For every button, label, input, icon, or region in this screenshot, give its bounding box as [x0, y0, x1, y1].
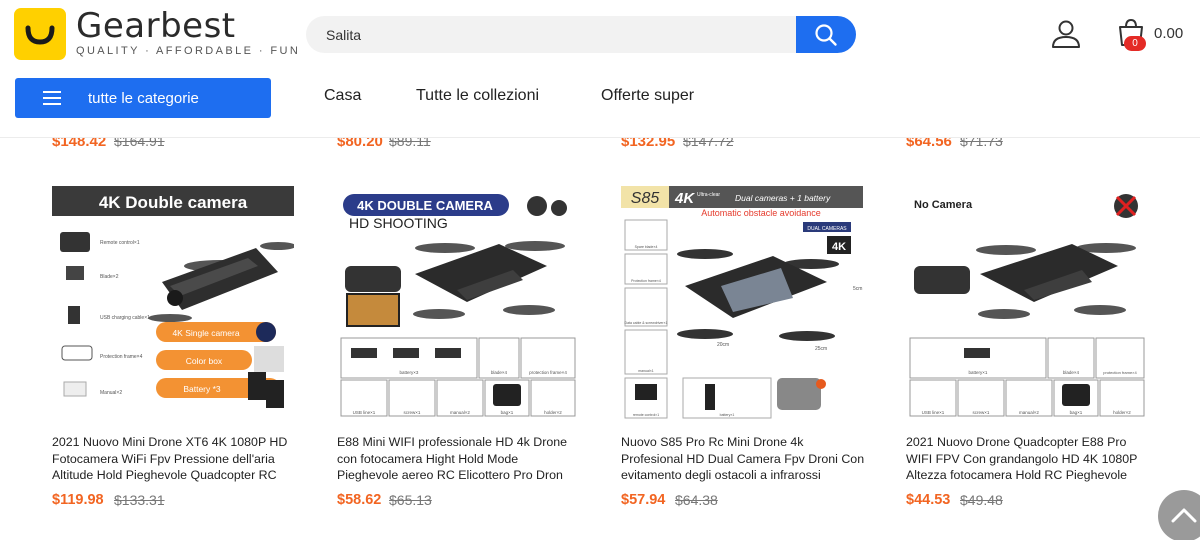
logo-tagline: QUALITY · AFFORDABLE · FUN	[76, 45, 301, 57]
product-old-price: $65.13	[389, 492, 432, 508]
product-title[interactable]: 2021 Nuovo Mini Drone XT6 4K 1080P HD Fo…	[52, 434, 296, 484]
image-label: bag×1	[501, 410, 514, 415]
all-categories-label: tutte le categorie	[88, 89, 199, 107]
image-label: Manual×2	[100, 390, 122, 396]
image-subtitle: Automatic obstacle avoidance	[701, 208, 821, 218]
image-banner: 4K Double camera	[99, 193, 248, 212]
chevron-up-icon	[1171, 508, 1197, 523]
product-card[interactable]: 4K Double camera Remote control×1 Blade×…	[52, 186, 296, 516]
product-old-price: $133.31	[114, 492, 165, 508]
image-tag: Color box	[186, 356, 223, 366]
product-title[interactable]: 2021 Nuovo Drone Quadcopter E88 Pro WIFI…	[906, 434, 1150, 484]
image-badge: DUAL CAMERAS	[807, 226, 847, 232]
search-button[interactable]	[796, 16, 856, 53]
image-banner-small: Ultra-clear	[697, 192, 720, 198]
product-price: $57.94	[621, 492, 666, 508]
product-card[interactable]: 4K DOUBLE CAMERA HD SHOOTING battery×3 b…	[337, 186, 581, 516]
product-image[interactable]: S85 4K Ultra-clear Dual cameras + 1 batt…	[621, 186, 863, 420]
nav-all-collections[interactable]: Tutte le collezioni	[416, 87, 539, 105]
search-bar	[306, 16, 856, 53]
image-label: USB line×1	[922, 410, 945, 415]
product-price: $44.53	[906, 492, 951, 508]
image-banner: No Camera	[914, 199, 973, 211]
image-tag: 4K Single camera	[172, 328, 239, 338]
image-label: battery×1	[969, 370, 988, 375]
all-categories-button[interactable]: tutte le categorie	[15, 78, 271, 118]
image-label: remote control×1	[633, 413, 659, 417]
scroll-to-top-button[interactable]	[1158, 490, 1200, 540]
image-banner-rest: Dual cameras + 1 battery	[735, 193, 831, 203]
logo-mark-icon	[14, 8, 66, 60]
menu-icon	[43, 91, 61, 105]
user-icon[interactable]	[1050, 18, 1082, 50]
product-card[interactable]: No Camera battery×1 blade×4 protection f…	[906, 186, 1150, 516]
image-dimension: 20cm	[717, 342, 729, 348]
product-old-price: $49.48	[960, 492, 1003, 508]
image-badge-4k: 4K	[832, 241, 846, 253]
product-price: $119.98	[52, 492, 104, 508]
image-label: battery×1	[720, 413, 735, 417]
product-card[interactable]: S85 4K Ultra-clear Dual cameras + 1 batt…	[621, 186, 865, 516]
image-label: protection frame×4	[529, 370, 567, 375]
image-label: manual×2	[1019, 410, 1039, 415]
image-banner: 4K DOUBLE CAMERA	[357, 198, 493, 213]
search-input[interactable]	[306, 16, 806, 53]
image-label: USB line×1	[353, 410, 376, 415]
product-title[interactable]: E88 Mini WIFI professionale HD 4k Drone …	[337, 434, 581, 484]
image-label: Blade×2	[100, 274, 119, 280]
product-old-price: $64.38	[675, 492, 718, 508]
image-label: holder×2	[1113, 410, 1131, 415]
nav-home[interactable]: Casa	[324, 87, 361, 105]
logo[interactable]: Gearbest QUALITY · AFFORDABLE · FUN	[14, 8, 300, 60]
image-label: bag×1	[1070, 410, 1083, 415]
image-label: screw×1	[973, 410, 990, 415]
image-subtitle: HD SHOOTING	[349, 215, 448, 231]
image-banner: 4K	[674, 190, 695, 207]
product-image[interactable]: 4K DOUBLE CAMERA HD SHOOTING battery×3 b…	[337, 186, 579, 420]
nav-super-offers[interactable]: Offerte super	[601, 87, 694, 105]
image-label: Protection frame×4	[100, 354, 143, 360]
image-label: Protection frame×4	[631, 279, 661, 283]
search-icon	[815, 23, 837, 46]
image-dimension: 5cm	[853, 286, 862, 292]
image-label: Remote control×1	[100, 240, 140, 246]
image-label: holder×2	[544, 410, 562, 415]
product-price: $58.62	[337, 492, 382, 508]
image-dimension: 25cm	[815, 346, 827, 352]
image-label: USB charging cable×1	[100, 315, 150, 321]
cart-count-badge: 0	[1124, 36, 1146, 51]
image-label: Data cable & screwdriver×1	[625, 321, 668, 325]
cart-total: 0.00	[1154, 25, 1184, 42]
product-image[interactable]: 4K Double camera Remote control×1 Blade×…	[52, 186, 294, 420]
image-tag: Battery *3	[183, 384, 221, 394]
image-label: manual×1	[638, 369, 654, 373]
image-model: S85	[631, 190, 660, 207]
image-label: Spare blade×4	[635, 245, 658, 249]
image-label: manual×2	[450, 410, 470, 415]
image-label: blade×4	[1063, 370, 1080, 375]
image-label: battery×3	[400, 370, 419, 375]
site-header: Gearbest QUALITY · AFFORDABLE · FUN 0 0.…	[0, 0, 1200, 138]
product-title[interactable]: Nuovo S85 Pro Rc Mini Drone 4k Profesion…	[621, 434, 865, 484]
image-label: blade×4	[491, 370, 508, 375]
logo-name: Gearbest	[76, 6, 236, 46]
image-label: screw×1	[404, 410, 421, 415]
product-image[interactable]: No Camera battery×1 blade×4 protection f…	[906, 186, 1148, 420]
image-label: protection frame×4	[1103, 370, 1137, 375]
